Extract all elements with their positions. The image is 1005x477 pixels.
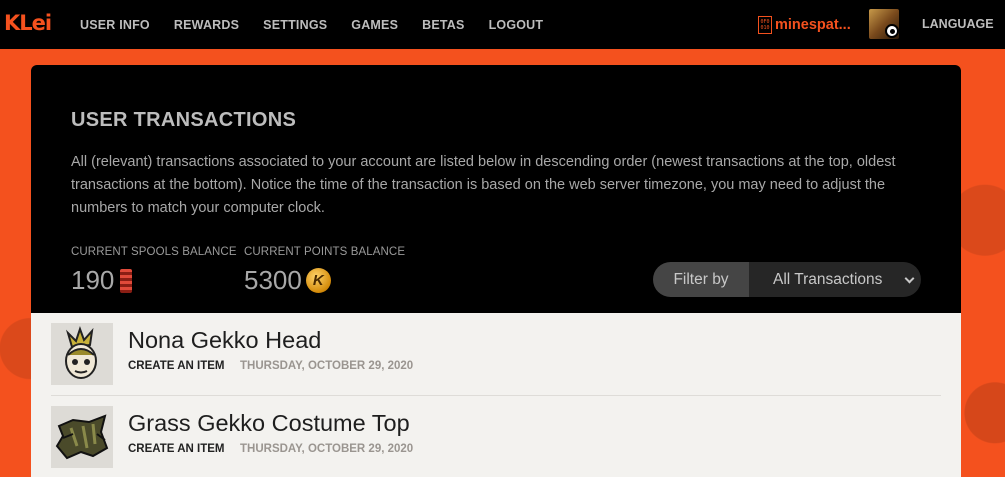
nav-item-logout[interactable]: LOGOUT — [477, 18, 556, 32]
nav-item-betas[interactable]: BETAS — [410, 18, 476, 32]
spools-balance: 190 — [71, 265, 133, 296]
item-name: Nona Gekko Head — [128, 327, 322, 353]
grass-gekko-costume-top-icon — [51, 406, 113, 468]
spools-balance-value: 190 — [71, 265, 115, 295]
user-menu[interactable]: 0F0 010 minespat... — [758, 10, 851, 40]
transaction-type: CREATE AN ITEM — [128, 443, 225, 455]
nav-item-games[interactable]: GAMES — [339, 18, 410, 32]
klei-logo[interactable]: KLei — [4, 11, 52, 35]
filter-label: Filter by — [653, 262, 749, 297]
filter-select[interactable]: All Transactions — [749, 262, 921, 297]
steam-icon — [885, 24, 899, 38]
nav-item-settings[interactable]: SETTINGS — [251, 18, 339, 32]
language-menu[interactable]: LANGUAGE — [922, 17, 994, 31]
transaction-date: THURSDAY, OCTOBER 29, 2020 — [240, 360, 414, 372]
top-nav: KLei USER INFO REWARDS SETTINGS GAMES BE… — [0, 0, 1005, 49]
spool-icon — [120, 268, 133, 293]
points-balance: 5300 K — [244, 265, 331, 296]
page-title: USER TRANSACTIONS — [71, 109, 297, 131]
transactions-list: Nona Gekko Head CREATE AN ITEM THURSDAY,… — [31, 313, 961, 477]
klei-points-coin-icon: K — [305, 268, 331, 293]
nona-gekko-head-icon — [51, 323, 113, 385]
transactions-panel: USER TRANSACTIONS All (relevant) transac… — [31, 65, 961, 477]
item-name: Grass Gekko Costume Top — [128, 410, 410, 436]
page-description: All (relevant) transactions associated t… — [71, 154, 896, 216]
transaction-filter[interactable]: Filter by All Transactions — [653, 262, 921, 297]
transaction-type: CREATE AN ITEM — [128, 360, 225, 372]
nav-item-rewards[interactable]: REWARDS — [162, 18, 251, 32]
transaction-date: THURSDAY, OCTOBER 29, 2020 — [240, 443, 414, 455]
username[interactable]: minespat... — [775, 17, 851, 33]
points-balance-label: CURRENT POINTS BALANCE — [244, 246, 406, 258]
klei-id-badge-icon: 0F0 010 — [758, 16, 772, 34]
nav-item-user-info[interactable]: USER INFO — [68, 18, 162, 32]
points-balance-value: 5300 — [244, 265, 302, 295]
transaction-row[interactable]: Grass Gekko Costume Top CREATE AN ITEM T… — [51, 396, 941, 477]
nav-menu: USER INFO REWARDS SETTINGS GAMES BETAS L… — [68, 0, 555, 49]
chevron-down-icon — [904, 273, 915, 284]
filter-selected-value: All Transactions — [773, 270, 883, 288]
spools-balance-label: CURRENT SPOOLS BALANCE — [71, 246, 237, 258]
transaction-row[interactable]: Nona Gekko Head CREATE AN ITEM THURSDAY,… — [51, 313, 941, 395]
